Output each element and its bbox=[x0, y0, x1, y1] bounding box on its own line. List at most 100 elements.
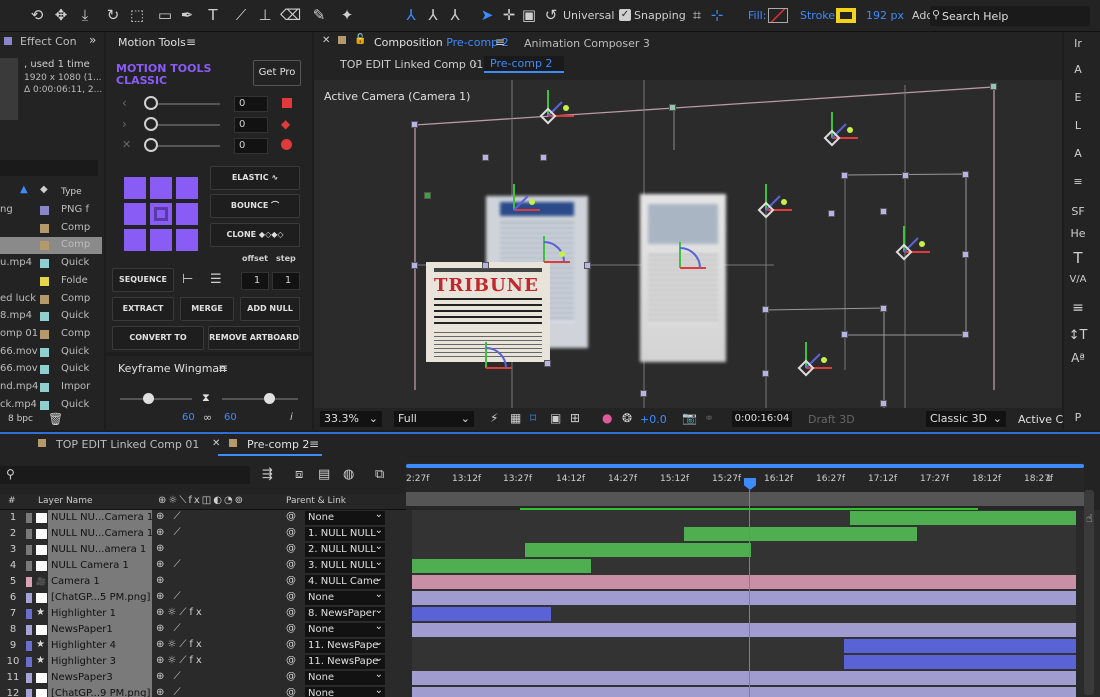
layer-duration-bar[interactable] bbox=[412, 671, 1076, 685]
layer-label-color[interactable] bbox=[26, 625, 32, 635]
workspace-label[interactable]: Universal bbox=[563, 9, 614, 22]
layer-duration-bar[interactable] bbox=[412, 559, 592, 573]
layer-name[interactable]: NULL NU...amera 1 bbox=[48, 542, 152, 558]
font-size-icon[interactable]: T bbox=[1066, 248, 1090, 268]
layer-duration-bar[interactable] bbox=[412, 575, 1076, 589]
layer-duration-bar[interactable] bbox=[843, 655, 1076, 669]
draft-3d-icon[interactable]: ⧈ bbox=[295, 467, 303, 482]
slider-value-1[interactable]: 0 bbox=[234, 96, 268, 112]
null-axis-gizmo[interactable] bbox=[502, 180, 542, 220]
layer-handle[interactable] bbox=[762, 306, 769, 313]
layer-label-color[interactable] bbox=[26, 529, 32, 539]
parent-pickwhip-icon[interactable]: @ bbox=[286, 543, 296, 554]
brush-tool-icon[interactable]: ⟋ bbox=[232, 6, 250, 24]
project-item[interactable]: Folde bbox=[0, 273, 102, 290]
project-item[interactable]: nd.mp4 Impor bbox=[0, 379, 102, 396]
layer-name[interactable]: Camera 1 bbox=[48, 574, 152, 590]
stroke-swatch[interactable] bbox=[836, 8, 856, 23]
current-time[interactable]: 0:00:16:04 bbox=[732, 411, 792, 427]
stamp-tool-icon[interactable]: ⊥ bbox=[256, 6, 274, 24]
layer-name[interactable]: Highlighter 3 bbox=[48, 654, 152, 670]
label-column-icon[interactable]: ◆ bbox=[40, 184, 48, 195]
null-axis-gizmo[interactable] bbox=[536, 86, 576, 126]
layer-handle[interactable] bbox=[482, 262, 489, 269]
null-axis-gizmo[interactable] bbox=[474, 338, 514, 378]
layer-handle[interactable] bbox=[762, 370, 769, 377]
parent-dropdown[interactable]: None ⌄ bbox=[305, 687, 385, 697]
layer-handle[interactable] bbox=[841, 331, 848, 338]
layer-label-color[interactable] bbox=[26, 593, 32, 603]
panel-overflow-icon[interactable]: » bbox=[89, 33, 96, 47]
layer-switches[interactable]: ⊕ ⟋ bbox=[156, 527, 266, 541]
layer-label-color[interactable] bbox=[26, 689, 32, 697]
layer-switches[interactable]: ⊕ bbox=[156, 543, 266, 557]
snapping-checkbox[interactable]: ✓ bbox=[619, 9, 631, 21]
merge-button[interactable]: MERGE bbox=[180, 297, 234, 321]
sort-icon[interactable]: ▲ bbox=[20, 184, 28, 195]
layer-handle[interactable] bbox=[669, 104, 676, 111]
animation-composer-tab[interactable]: Animation Composer 3 bbox=[524, 37, 650, 50]
layer-duration-bar[interactable] bbox=[843, 639, 1076, 653]
layer-label-color[interactable] bbox=[26, 577, 32, 587]
font-style-field[interactable]: He bbox=[1066, 224, 1090, 244]
layer-row[interactable]: 2 NULL NU...Camera 1 ⊕ ⟋ @1. NULL NULL ⌄ bbox=[0, 526, 1100, 542]
bounce-button[interactable]: BOUNCE ⌒ bbox=[210, 194, 300, 218]
parent-dropdown[interactable]: 1. NULL NULL ⌄ bbox=[305, 527, 385, 541]
project-item[interactable]: u.mp4 Quick bbox=[0, 255, 102, 272]
anchor-tool-icon[interactable]: ⬚ bbox=[128, 6, 146, 24]
layer-handle[interactable] bbox=[640, 390, 647, 397]
breadcrumb-current[interactable]: Pre-comp 2 bbox=[484, 56, 564, 73]
layer-row[interactable]: 8 NewsPaper1 ⊕ ⟋ @ None ⌄ bbox=[0, 622, 1100, 638]
layer-switches[interactable]: ⊕☼⟋fx bbox=[156, 639, 266, 653]
parent-dropdown[interactable]: 4. NULL Came ⌄ bbox=[305, 575, 385, 589]
fast-preview-icon[interactable]: ⚡ bbox=[490, 411, 498, 425]
layer-name[interactable]: [ChatGP...5 PM.png] bbox=[48, 590, 152, 606]
layer-switches[interactable]: ⊕ ⟋ bbox=[156, 591, 266, 605]
layer-duration-bar[interactable] bbox=[524, 543, 751, 557]
close-tab-icon[interactable]: ✕ bbox=[212, 438, 220, 449]
panel-menu-icon[interactable]: ≡ bbox=[1066, 172, 1090, 192]
stroke-width[interactable]: 192 px bbox=[866, 9, 904, 22]
effect-controls-tab[interactable]: Effect Con bbox=[20, 35, 77, 48]
exposure-reset-icon[interactable]: ❂ bbox=[622, 411, 632, 425]
layer-duration-bar[interactable] bbox=[850, 511, 1076, 525]
layer-switches[interactable]: ⊕ bbox=[156, 575, 266, 589]
project-item[interactable]: 66.mov Quick bbox=[0, 361, 102, 378]
project-search[interactable] bbox=[0, 160, 98, 176]
layer-switches[interactable]: ⊕☼⟋fx bbox=[156, 655, 266, 669]
elastic-button[interactable]: ELASTIC ∿ bbox=[210, 166, 300, 190]
comp-flowchart-icon[interactable]: ⇶ bbox=[262, 467, 273, 482]
ease-in-icon[interactable]: ‹ bbox=[122, 96, 127, 110]
kerning-icon[interactable]: V/A bbox=[1066, 270, 1090, 290]
layer-row[interactable]: 10 ★ Highlighter 3 ⊕☼⟋fx @11. NewsPape ⌄ bbox=[0, 654, 1100, 670]
layer-label-color[interactable] bbox=[26, 561, 32, 571]
layer-handle[interactable] bbox=[828, 210, 835, 217]
layer-name[interactable]: NewsPaper1 bbox=[48, 622, 152, 638]
linear-keyframe-icon[interactable] bbox=[282, 98, 292, 108]
fill-swatch[interactable] bbox=[768, 8, 788, 23]
layer-handle[interactable] bbox=[482, 154, 489, 161]
extract-button[interactable]: EXTRACT bbox=[112, 297, 174, 321]
parent-dropdown[interactable]: 11. NewsPape ⌄ bbox=[305, 655, 385, 669]
layer-handle[interactable] bbox=[411, 262, 418, 269]
layer-name[interactable]: NewsPaper3 bbox=[48, 670, 152, 686]
parent-dropdown[interactable]: None ⌄ bbox=[305, 511, 385, 525]
motion-tools-tab[interactable]: Motion Tools bbox=[110, 32, 186, 54]
parent-pickwhip-icon[interactable]: @ bbox=[286, 687, 296, 697]
project-item[interactable]: Comp bbox=[0, 237, 102, 255]
slider-knob-3[interactable] bbox=[144, 138, 158, 152]
selection-tool-icon[interactable]: ➤ bbox=[478, 6, 496, 24]
rotation-tool-icon[interactable]: ↻ bbox=[104, 6, 122, 24]
rectangle-tool-icon[interactable]: ▭ bbox=[156, 6, 174, 24]
transparency-grid-icon[interactable]: ▦ bbox=[510, 411, 521, 425]
layer-name[interactable]: [ChatGP...9 PM.png] bbox=[48, 686, 152, 697]
layer-row[interactable]: 4 NULL Camera 1 ⊕ ⟋ @3. NULL NULL ⌄ bbox=[0, 558, 1100, 574]
timeline-tab-top-edit[interactable]: TOP EDIT Linked Comp 01 bbox=[56, 438, 199, 451]
column-layer-name-header[interactable]: Layer Name bbox=[38, 496, 93, 506]
type-tool-icon[interactable]: T bbox=[204, 6, 222, 24]
layer-label-color[interactable] bbox=[26, 657, 32, 667]
layer-name[interactable]: NULL NU...Camera 1 bbox=[48, 526, 152, 542]
null-axis-gizmo[interactable] bbox=[754, 180, 794, 220]
project-item[interactable]: ng PNG f bbox=[0, 202, 102, 219]
draft-3d-toggle[interactable]: Draft 3D bbox=[808, 413, 855, 426]
